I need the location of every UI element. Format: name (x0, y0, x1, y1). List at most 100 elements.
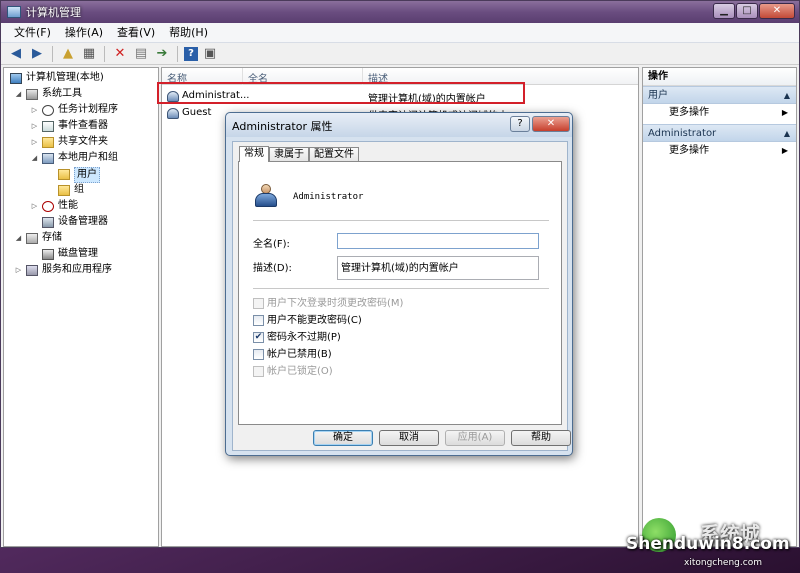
more-actions-item[interactable]: 更多操作 ▶ (643, 104, 796, 122)
checkbox-box[interactable] (253, 365, 264, 377)
dialog-help-button[interactable]: ? (510, 116, 530, 132)
tree-item-system-tools[interactable]: ◢ 系统工具 (4, 86, 158, 102)
storage-icon (26, 233, 38, 244)
account-locked-checkbox[interactable]: 帐户已锁定(O) (253, 364, 333, 378)
menu-action[interactable]: 操作(A) (58, 24, 110, 42)
menu-help[interactable]: 帮助(H) (162, 24, 215, 42)
tree-item-groups[interactable]: 组 (4, 182, 158, 198)
tree-item-services-apps[interactable]: ▷ 服务和应用程序 (4, 262, 158, 278)
actions-section-administrator[interactable]: Administrator ▲ (643, 124, 796, 142)
tab-member-of[interactable]: 隶属于 (269, 147, 309, 162)
password-never-expires-checkbox[interactable]: ✔ 密码永不过期(P) (253, 330, 341, 344)
dialog-title-bar[interactable]: Administrator 属性 ? ✕ (226, 113, 572, 137)
expand-icon[interactable]: ▷ (30, 118, 39, 134)
expand-icon[interactable]: ▷ (30, 102, 39, 118)
tree-item-label: 共享文件夹 (58, 136, 108, 147)
expand-icon[interactable]: ▷ (14, 262, 23, 278)
user-icon (167, 91, 179, 102)
folder-icon (58, 185, 70, 196)
ok-button[interactable]: 确定 (313, 430, 373, 446)
column-separator[interactable] (242, 68, 243, 85)
tree-item-storage[interactable]: ◢ 存储 (4, 230, 158, 246)
actions-section-users[interactable]: 用户 ▲ (643, 86, 796, 104)
users-groups-icon (42, 153, 54, 164)
title-bar[interactable]: 计算机管理 ▁ □ ✕ (1, 1, 799, 23)
cancel-button[interactable]: 取消 (379, 430, 439, 446)
must-change-password-checkbox[interactable]: 用户下次登录时须更改密码(M) (253, 296, 403, 310)
tree-item-label: 计算机管理(本地) (26, 72, 104, 83)
minimize-button[interactable]: ▁ (713, 3, 735, 19)
event-viewer-icon (42, 121, 54, 132)
tree-item-event-viewer[interactable]: ▷ 事件查看器 (4, 118, 158, 134)
tab-general[interactable]: 常规 (239, 146, 269, 162)
more-actions-item[interactable]: 更多操作 ▶ (643, 142, 796, 160)
collapse-up-icon[interactable]: ▲ (784, 125, 790, 143)
computer-management-icon (7, 6, 21, 18)
account-disabled-checkbox[interactable]: 帐户已禁用(B) (253, 347, 332, 361)
collapse-up-icon[interactable]: ▲ (784, 87, 790, 105)
column-header-name[interactable]: 名称 (167, 70, 187, 85)
close-button[interactable]: ✕ (759, 3, 795, 19)
row-name: Administrat... (182, 90, 250, 101)
tree-item-root[interactable]: 计算机管理(本地) (4, 70, 158, 86)
cannot-change-password-checkbox[interactable]: 用户不能更改密码(C) (253, 313, 362, 327)
tree-item-shared-folders[interactable]: ▷ 共享文件夹 (4, 134, 158, 150)
watermark-site: xitongcheng.com (684, 558, 762, 568)
tree-item-users[interactable]: 用户 (4, 166, 158, 183)
column-separator[interactable] (362, 68, 363, 85)
collapse-icon[interactable]: ◢ (14, 86, 23, 102)
expand-icon[interactable]: ▷ (30, 198, 39, 214)
collapse-icon[interactable]: ◢ (30, 150, 39, 166)
list-header: 名称 全名 描述 (162, 68, 638, 85)
description-label: 描述(D): (253, 263, 292, 274)
tree-item-label: 设备管理器 (58, 216, 108, 227)
menu-view[interactable]: 查看(V) (110, 24, 162, 42)
maximize-button[interactable]: □ (736, 3, 758, 19)
export-icon[interactable]: ➔ (153, 45, 171, 63)
tree-item-device-manager[interactable]: 设备管理器 (4, 214, 158, 230)
dialog-close-button[interactable]: ✕ (532, 116, 570, 132)
section-label: 用户 (648, 90, 668, 101)
menu-bar: 文件(F) 操作(A) 查看(V) 帮助(H) (1, 23, 799, 43)
tree-item-label: 本地用户和组 (58, 152, 118, 163)
submenu-arrow-icon: ▶ (781, 146, 788, 155)
back-icon[interactable]: ◀ (7, 45, 25, 63)
tree-item-task-scheduler[interactable]: ▷ 任务计划程序 (4, 102, 158, 118)
dialog-title: Administrator 属性 (232, 120, 333, 133)
view-icon[interactable]: ▣ (201, 45, 219, 63)
description-input[interactable]: 管理计算机(域)的内置帐户 (337, 256, 539, 280)
site-watermark: 系统城 Shenduwin8.com xitongcheng.com (622, 518, 798, 570)
window-title: 计算机管理 (26, 6, 81, 19)
fullname-input[interactable] (337, 233, 539, 249)
up-folder-icon[interactable]: ▲ (59, 45, 77, 63)
checkbox-checked-icon[interactable]: ✔ (253, 331, 264, 343)
table-row[interactable]: Administrat... 管理计算机(域)的内置帐户 (162, 88, 638, 105)
forward-icon[interactable]: ▶ (28, 45, 46, 63)
help-icon[interactable]: ? (184, 46, 198, 61)
expand-icon[interactable]: ▷ (30, 134, 39, 150)
checkbox-label: 用户不能更改密码(C) (267, 314, 362, 326)
apply-button[interactable]: 应用(A) (445, 430, 505, 446)
checkbox-box[interactable] (253, 297, 264, 309)
menu-file[interactable]: 文件(F) (7, 24, 58, 42)
checkbox-box[interactable] (253, 314, 264, 326)
help-button[interactable]: 帮助 (511, 430, 571, 446)
action-label: 更多操作 (669, 145, 709, 156)
column-header-description[interactable]: 描述 (368, 70, 388, 85)
section-label: Administrator (648, 128, 717, 139)
collapse-icon[interactable]: ◢ (14, 230, 23, 246)
tree-item-label: 存储 (42, 232, 62, 243)
column-header-fullname[interactable]: 全名 (248, 70, 268, 85)
show-tree-icon[interactable]: ▦ (80, 45, 98, 63)
tree-item-disk-management[interactable]: 磁盘管理 (4, 246, 158, 262)
tree-item-label: 磁盘管理 (58, 248, 98, 259)
delete-icon[interactable]: ✕ (111, 45, 129, 63)
tree-item-local-users-groups[interactable]: ◢ 本地用户和组 (4, 150, 158, 166)
checkbox-box[interactable] (253, 348, 264, 360)
action-label: 更多操作 (669, 107, 709, 118)
toolbar-separator (52, 45, 53, 62)
properties-icon[interactable]: ▤ (132, 45, 150, 63)
performance-icon (42, 201, 54, 212)
tree-item-performance[interactable]: ▷ 性能 (4, 198, 158, 214)
tab-profile[interactable]: 配置文件 (309, 147, 359, 162)
